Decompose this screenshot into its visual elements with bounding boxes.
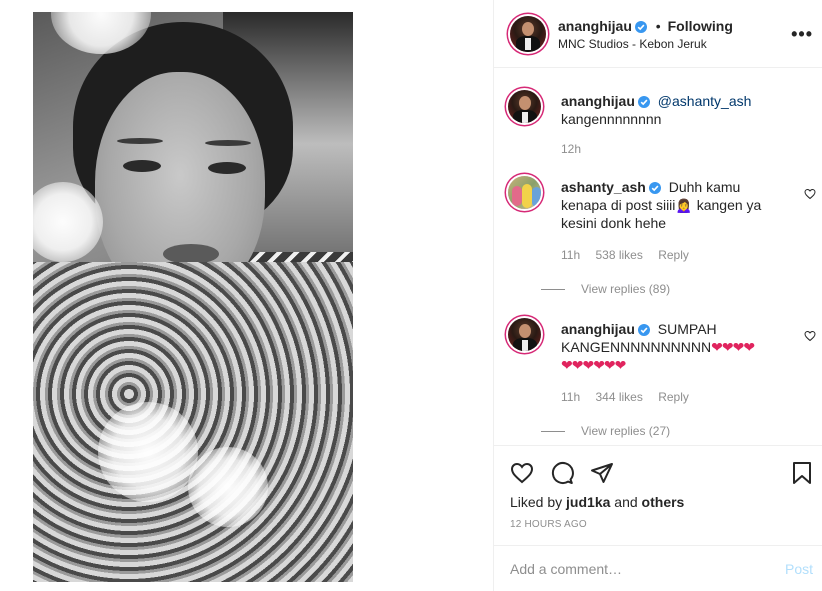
comment-hearts: ❤❤❤❤ (711, 339, 755, 355)
verified-badge-icon (648, 182, 661, 194)
add-comment-input[interactable] (510, 561, 750, 577)
comment-time[interactable]: 11h (561, 248, 580, 262)
reply-button[interactable]: Reply (658, 248, 689, 262)
liked-by-conjunction: and (614, 494, 638, 510)
comment-likes[interactable]: 538 likes (595, 248, 642, 262)
comment-text: ananghijau SUMPAH KANGENNNNNNNNNN❤❤❤❤ ❤❤… (561, 320, 776, 374)
comment-meta: 11h 344 likes Reply (561, 390, 701, 404)
light-orb (33, 182, 103, 262)
comment-mention[interactable]: @ashanty_ash (658, 93, 752, 109)
header-title-line: ananghijau • Following (558, 18, 733, 34)
light-orb (188, 447, 268, 527)
post-side-panel: ananghijau • Following MNC Studios - Keb… (493, 0, 822, 591)
author-username[interactable]: ananghijau (558, 18, 632, 34)
view-replies-button[interactable]: View replies (27) (541, 424, 670, 438)
post-timestamp[interactable]: 12 HOURS AGO (510, 519, 587, 530)
comments-list[interactable]: ananghijau @ashanty_ash kangennnnnnnn 12… (494, 68, 822, 446)
replies-divider-line (541, 289, 565, 291)
post-comment-button[interactable]: Post (785, 561, 813, 577)
view-replies-label: View replies (89) (581, 282, 671, 296)
photo-eye-right (208, 162, 246, 174)
view-replies-label: View replies (27) (581, 424, 671, 438)
comment-text: ananghijau @ashanty_ash kangennnnnnnn (561, 92, 781, 128)
location-link[interactable]: MNC Studios - Kebon Jeruk (558, 37, 707, 51)
photo-brow-left (117, 138, 163, 144)
replies-divider-line (541, 431, 565, 433)
comment-text: ashanty_ash Duhh kamu kenapa di post sii… (561, 178, 781, 232)
more-options-icon[interactable]: ••• (791, 24, 813, 45)
post-actions-bar (494, 447, 822, 497)
add-comment-section: Post (494, 545, 822, 591)
reply-button[interactable]: Reply (658, 390, 689, 404)
comment-likes[interactable]: 344 likes (595, 390, 642, 404)
verified-badge-icon (634, 21, 647, 33)
comment-author[interactable]: ananghijau (561, 321, 635, 337)
comment-body: kangennnnnnnn (561, 111, 662, 127)
photo-eye-left (123, 160, 161, 172)
comment-meta: 11h 538 likes Reply (561, 248, 701, 262)
avatar[interactable] (508, 90, 541, 123)
comment-like-icon[interactable] (804, 330, 816, 342)
liked-by-user[interactable]: jud1ka (566, 494, 610, 510)
avatar[interactable] (508, 318, 541, 351)
comment-icon[interactable] (550, 461, 574, 485)
post-header: ananghijau • Following MNC Studios - Keb… (494, 0, 822, 68)
comment-author[interactable]: ashanty_ash (561, 179, 646, 195)
avatar[interactable] (510, 16, 546, 52)
avatar[interactable] (508, 176, 541, 209)
liked-by-line: Liked by jud1ka and others (510, 494, 684, 510)
verified-badge-icon (637, 324, 650, 336)
view-replies-button[interactable]: View replies (89) (541, 282, 670, 296)
verified-badge-icon (637, 96, 650, 108)
photo-snakeskin-top (33, 262, 353, 582)
photo-lips (163, 244, 219, 264)
photo-brow-right (205, 140, 251, 146)
bookmark-icon[interactable] (791, 461, 813, 485)
comment-author[interactable]: ananghijau (561, 93, 635, 109)
light-orb (98, 402, 198, 502)
liked-by-others[interactable]: others (642, 494, 685, 510)
post-photo[interactable] (33, 12, 353, 582)
post-media-area (0, 0, 493, 591)
comment-time[interactable]: 12h (561, 142, 581, 156)
comment-time[interactable]: 11h (561, 390, 580, 404)
heart-icon[interactable] (510, 461, 534, 485)
comment-like-icon[interactable] (804, 188, 816, 200)
comment-hearts: ❤❤❤❤❤❤ (561, 357, 626, 373)
liked-by-prefix: Liked by (510, 494, 563, 510)
following-button[interactable]: Following (668, 18, 733, 34)
header-separator: • (655, 18, 661, 34)
share-icon[interactable] (590, 461, 614, 485)
comment-meta: 12h (561, 142, 593, 156)
